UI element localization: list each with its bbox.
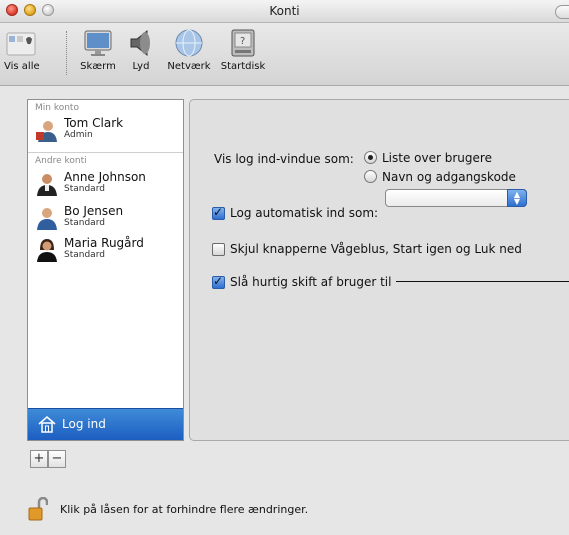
- auto-login-checkbox[interactable]: [212, 205, 225, 220]
- toolbar-network-label: Netværk: [167, 61, 211, 72]
- radio-name-and-password[interactable]: [364, 170, 377, 183]
- startup-disk-icon: ?: [227, 27, 259, 59]
- toolbar-show-all-label: Vis alle: [4, 61, 40, 72]
- title-bar: Konti: [0, 0, 569, 23]
- add-account-button[interactable]: +: [30, 450, 48, 468]
- account-name: Tom Clark: [64, 116, 124, 130]
- display-icon: [82, 27, 114, 59]
- hide-buttons-label[interactable]: Skjul knapperne Vågeblus, Start igen og …: [230, 242, 522, 256]
- content-area: Min konto Tom Clark Admin Andre konti An…: [0, 86, 569, 535]
- avatar: [35, 206, 59, 230]
- toolbar-startup-disk[interactable]: ? Startdisk: [219, 27, 267, 72]
- other-accounts-header: Andre konti: [35, 156, 87, 166]
- account-role: Standard: [64, 218, 105, 228]
- avatar: [35, 118, 59, 142]
- account-role: Standard: [64, 184, 105, 194]
- login-options-pane: Vis log ind-vindue som: Liste over bruge…: [189, 99, 569, 441]
- login-window-label: Vis log ind-vindue som:: [214, 152, 354, 166]
- fast-user-switching-checkbox[interactable]: [212, 274, 225, 289]
- fast-user-switching-label[interactable]: Slå hurtig skift af bruger til: [230, 275, 391, 289]
- toolbar-network[interactable]: Netværk: [165, 27, 213, 72]
- account-bo-jensen[interactable]: Bo Jensen Standard: [35, 204, 180, 234]
- remove-account-button[interactable]: −: [48, 450, 66, 468]
- account-name: Anne Johnson: [64, 170, 146, 184]
- account-anne-johnson[interactable]: Anne Johnson Standard: [35, 170, 180, 200]
- toolbar-separator: [66, 31, 68, 75]
- avatar: [35, 238, 59, 262]
- radio-name-and-password-label[interactable]: Navn og adgangskode: [382, 170, 516, 184]
- divider: [28, 152, 183, 153]
- auto-login-user-popup[interactable]: ▲ ▼: [385, 189, 527, 207]
- toolbar-show-all[interactable]: Vis alle: [4, 27, 40, 72]
- lock-icon[interactable]: [28, 496, 49, 521]
- updown-arrows-icon: ▲ ▼: [507, 189, 527, 207]
- hide-buttons-checkbox[interactable]: [212, 243, 225, 256]
- toolbar-toggle-button[interactable]: [555, 5, 569, 19]
- accounts-list: Min konto Tom Clark Admin Andre konti An…: [27, 99, 184, 441]
- account-tom-clark[interactable]: Tom Clark Admin: [35, 116, 180, 146]
- speaker-icon: [125, 27, 157, 59]
- account-role: Standard: [64, 250, 105, 260]
- toolbar-display-label: Skærm: [80, 61, 116, 72]
- toolbar-startup-disk-label: Startdisk: [220, 61, 266, 72]
- auto-login-label[interactable]: Log automatisk ind som:: [230, 206, 378, 220]
- radio-list-of-users-label[interactable]: Liste over brugere: [382, 151, 492, 165]
- svg-text:?: ?: [240, 36, 245, 47]
- network-globe-icon: [173, 27, 205, 59]
- account-maria-rugard[interactable]: Maria Rugård Standard: [35, 236, 180, 266]
- login-options-item[interactable]: Log ind: [28, 408, 183, 440]
- avatar: [35, 172, 59, 196]
- accounts-window: Konti Vis alle Skærm Lyd Netværk ? Start…: [0, 0, 569, 535]
- radio-list-of-users[interactable]: [364, 151, 377, 164]
- toolbar: Vis alle Skærm Lyd Netværk ? Startdisk: [0, 23, 569, 86]
- account-name: Bo Jensen: [64, 204, 124, 218]
- account-name: Maria Rugård: [64, 236, 144, 250]
- callout-line: [396, 281, 569, 282]
- toolbar-sound[interactable]: Lyd: [124, 27, 158, 72]
- house-icon: [37, 414, 57, 437]
- toolbar-sound-label: Lyd: [132, 61, 150, 72]
- lock-message: Klik på låsen for at forhindre flere ænd…: [60, 503, 309, 516]
- my-account-header: Min konto: [35, 103, 79, 113]
- window-title: Konti: [269, 4, 300, 18]
- toolbar-display[interactable]: Skærm: [78, 27, 118, 72]
- account-role: Admin: [64, 130, 93, 140]
- apple-show-all-icon: [5, 27, 37, 59]
- login-options-label: Log ind: [62, 417, 106, 431]
